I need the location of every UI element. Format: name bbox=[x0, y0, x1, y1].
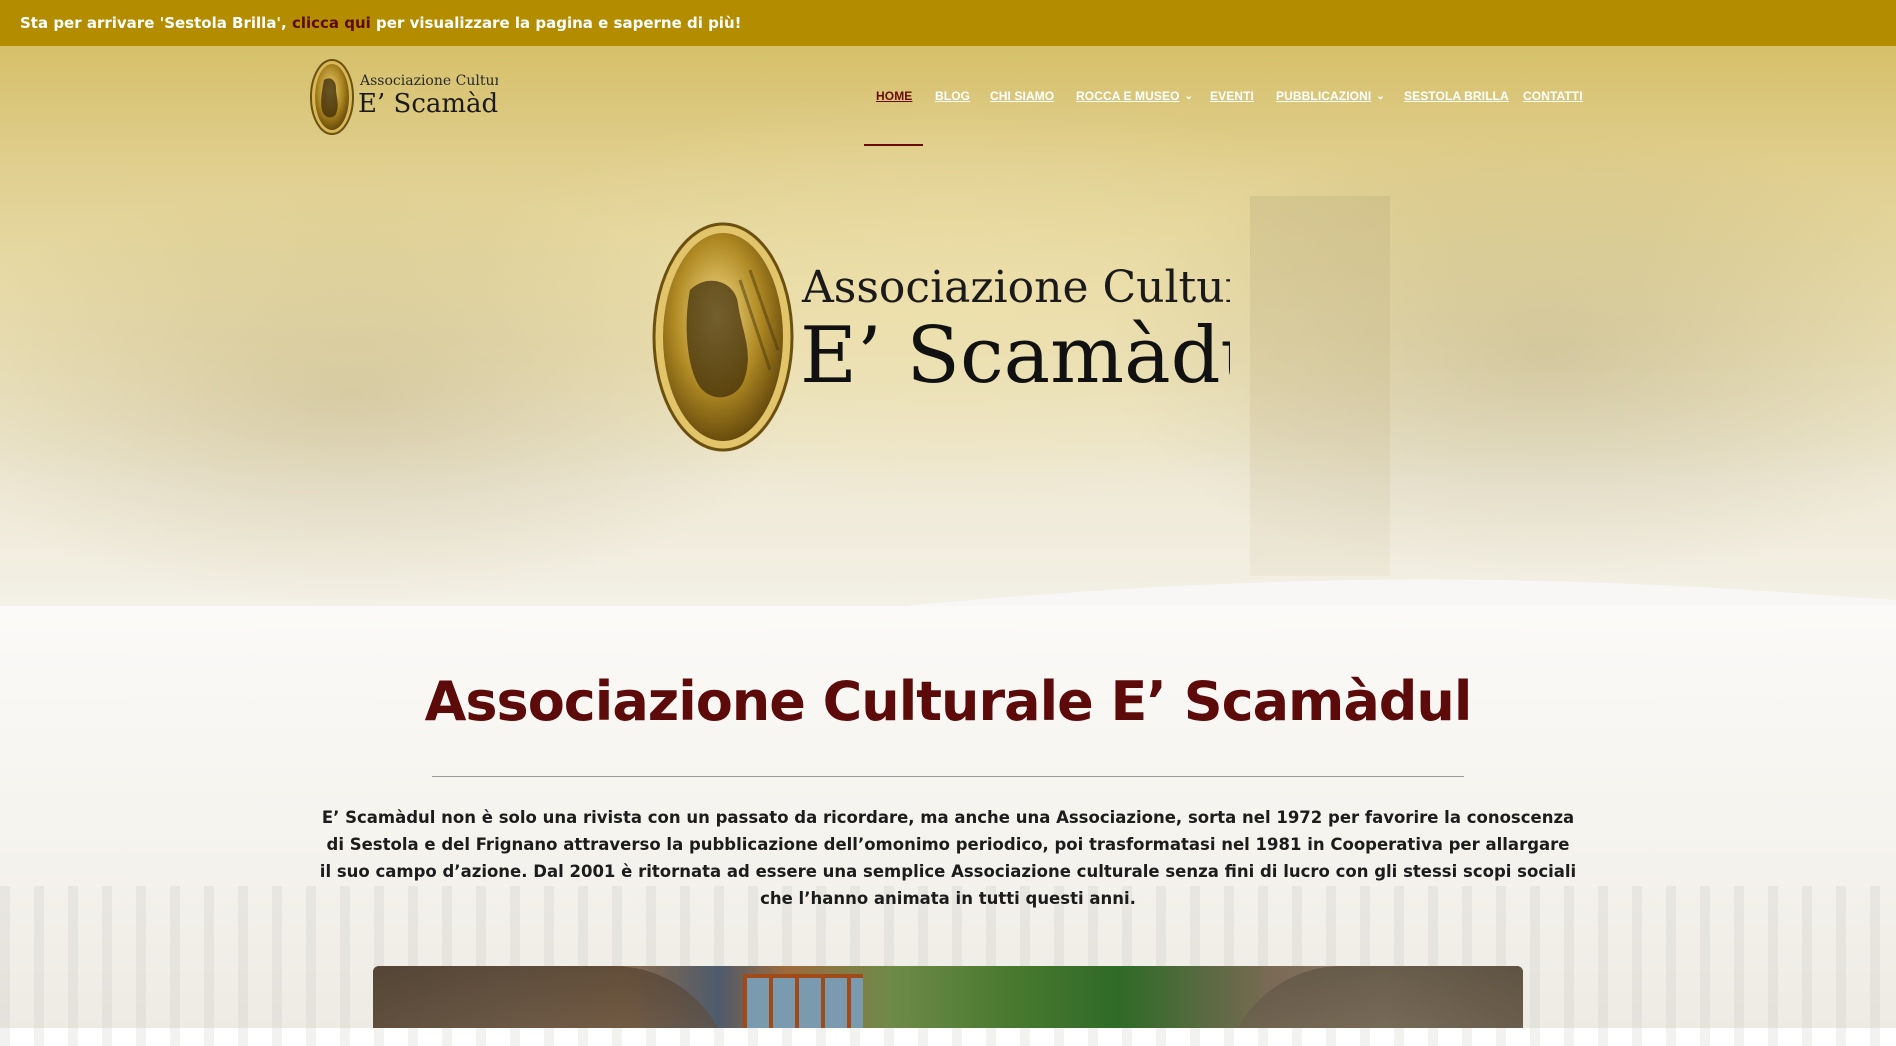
hero-background-tower bbox=[1250, 196, 1390, 576]
announcement-bar: Sta per arrivare 'Sestola Brilla', clicc… bbox=[0, 0, 1896, 46]
featured-photo bbox=[373, 966, 1523, 1028]
nav-blog[interactable]: BLOG bbox=[935, 78, 970, 118]
nav-home[interactable]: HOME bbox=[876, 78, 912, 118]
announcement-text-start: Sta per arrivare 'Sestola Brilla', bbox=[20, 14, 292, 32]
intro-description: E’ Scamàdul non è solo una rivista con u… bbox=[319, 808, 1577, 908]
photo-arch-right bbox=[1223, 966, 1523, 1028]
photo-window bbox=[743, 974, 863, 1028]
announcement-link[interactable]: clicca qui bbox=[292, 14, 371, 32]
nav-contatti[interactable]: CONTATTI bbox=[1523, 78, 1583, 118]
header-logo[interactable]: Associazione Culturale E’ Scamàdul bbox=[310, 58, 523, 136]
photo-arch-left bbox=[373, 966, 733, 1028]
nav-sestola-brilla[interactable]: SESTOLA BRILLA bbox=[1404, 78, 1509, 118]
header-logo-line1: Associazione Culturale bbox=[359, 73, 498, 89]
nav-chi-siamo[interactable]: CHI SIAMO bbox=[990, 78, 1054, 118]
header-logo-line2: E’ Scamàdul bbox=[358, 89, 498, 119]
hero-logo-line1: Associazione Culturale bbox=[801, 262, 1230, 313]
nav-rocca-e-museo[interactable]: ROCCA E MUSEO ⌄ bbox=[1076, 78, 1193, 118]
chevron-down-icon: ⌄ bbox=[1184, 91, 1194, 102]
chevron-down-icon: ⌄ bbox=[1376, 91, 1385, 102]
hero-logo: Associazione Culturale E’ Scamàdul bbox=[650, 220, 1312, 455]
announcement-text-end: per visualizzare la pagina e saperne di … bbox=[370, 14, 742, 32]
hero-wave-divider bbox=[0, 579, 1896, 606]
nav-eventi[interactable]: EVENTI bbox=[1210, 78, 1254, 118]
nav-active-indicator bbox=[864, 144, 923, 146]
hero-logo-line2: E’ Scamàdul bbox=[800, 311, 1230, 401]
nav-pubblicazioni[interactable]: PUBBLICAZIONI ⌄ bbox=[1276, 78, 1385, 118]
title-divider bbox=[432, 776, 1464, 777]
page-title: Associazione Culturale E’ Scamàdul bbox=[424, 670, 1473, 733]
